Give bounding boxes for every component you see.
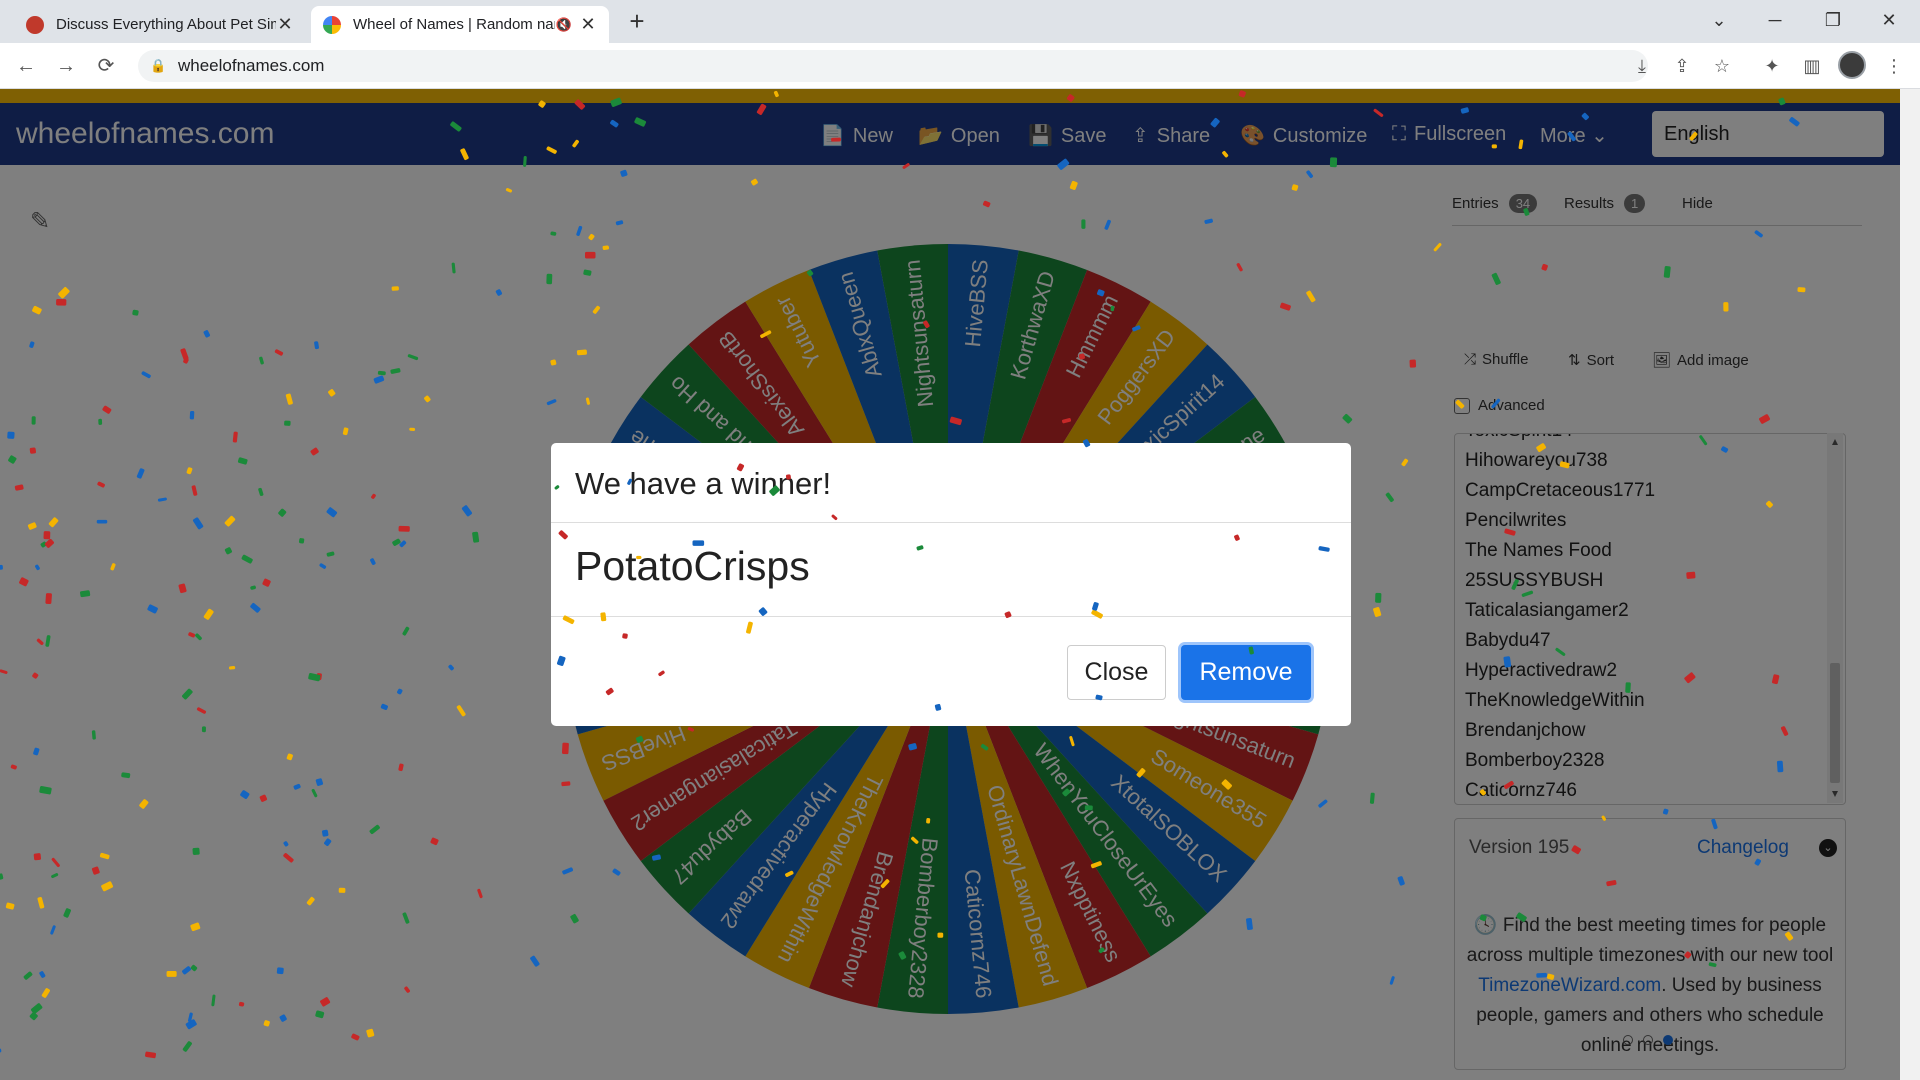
browser-menu-icon[interactable]: ⋮ <box>1880 52 1908 80</box>
browser-tab-strip: Discuss Everything About Pet Simulator ✕… <box>0 0 1920 43</box>
dialog-body: PotatoCrisps <box>551 522 1351 617</box>
close-button[interactable]: Close <box>1067 645 1166 700</box>
tab-title: Wheel of Names | Random name picker <box>353 16 555 33</box>
tab-title: Discuss Everything About Pet Simulator <box>56 16 276 33</box>
lock-icon[interactable]: 🔒 <box>150 58 166 74</box>
favicon-icon <box>26 15 44 34</box>
restore-icon[interactable]: ❐ <box>1810 4 1856 36</box>
address-bar[interactable]: wheelofnames.com <box>138 50 1648 82</box>
close-tab-icon[interactable]: ✕ <box>579 14 597 35</box>
browser-tab-pet-sim[interactable]: Discuss Everything About Pet Simulator ✕ <box>14 6 306 43</box>
tab-search-icon[interactable]: ⌄ <box>1696 4 1742 36</box>
dialog-title: We have a winner! <box>575 466 832 501</box>
back-icon[interactable]: ← <box>12 52 40 80</box>
reload-icon[interactable]: ⟳ <box>92 52 120 80</box>
winner-name: PotatoCrisps <box>575 543 810 589</box>
remove-button[interactable]: Remove <box>1181 645 1311 700</box>
extensions-icon[interactable]: ✦ <box>1758 52 1786 80</box>
page-scrollbar[interactable] <box>1900 89 1920 1080</box>
close-window-icon[interactable]: ✕ <box>1866 4 1912 36</box>
mute-tab-icon[interactable]: 🔇 <box>555 17 573 33</box>
favicon-icon <box>323 15 341 34</box>
install-icon[interactable]: ⤓ <box>1628 52 1656 80</box>
close-tab-icon[interactable]: ✕ <box>276 14 294 35</box>
winner-dialog: We have a winner! PotatoCrisps Close Rem… <box>551 443 1351 726</box>
browser-tab-wheel-of-names[interactable]: Wheel of Names | Random name picker 🔇 ✕ <box>311 6 609 43</box>
share-icon[interactable]: ⇪ <box>1668 52 1696 80</box>
minimize-icon[interactable]: ─ <box>1752 4 1798 36</box>
bookmark-star-icon[interactable]: ☆ <box>1708 52 1736 80</box>
new-tab-button[interactable]: + <box>622 6 652 36</box>
profile-avatar[interactable] <box>1838 51 1866 79</box>
dialog-header: We have a winner! <box>551 443 1351 523</box>
forward-icon[interactable]: → <box>52 52 80 80</box>
side-panel-icon[interactable]: ▥ <box>1798 52 1826 80</box>
